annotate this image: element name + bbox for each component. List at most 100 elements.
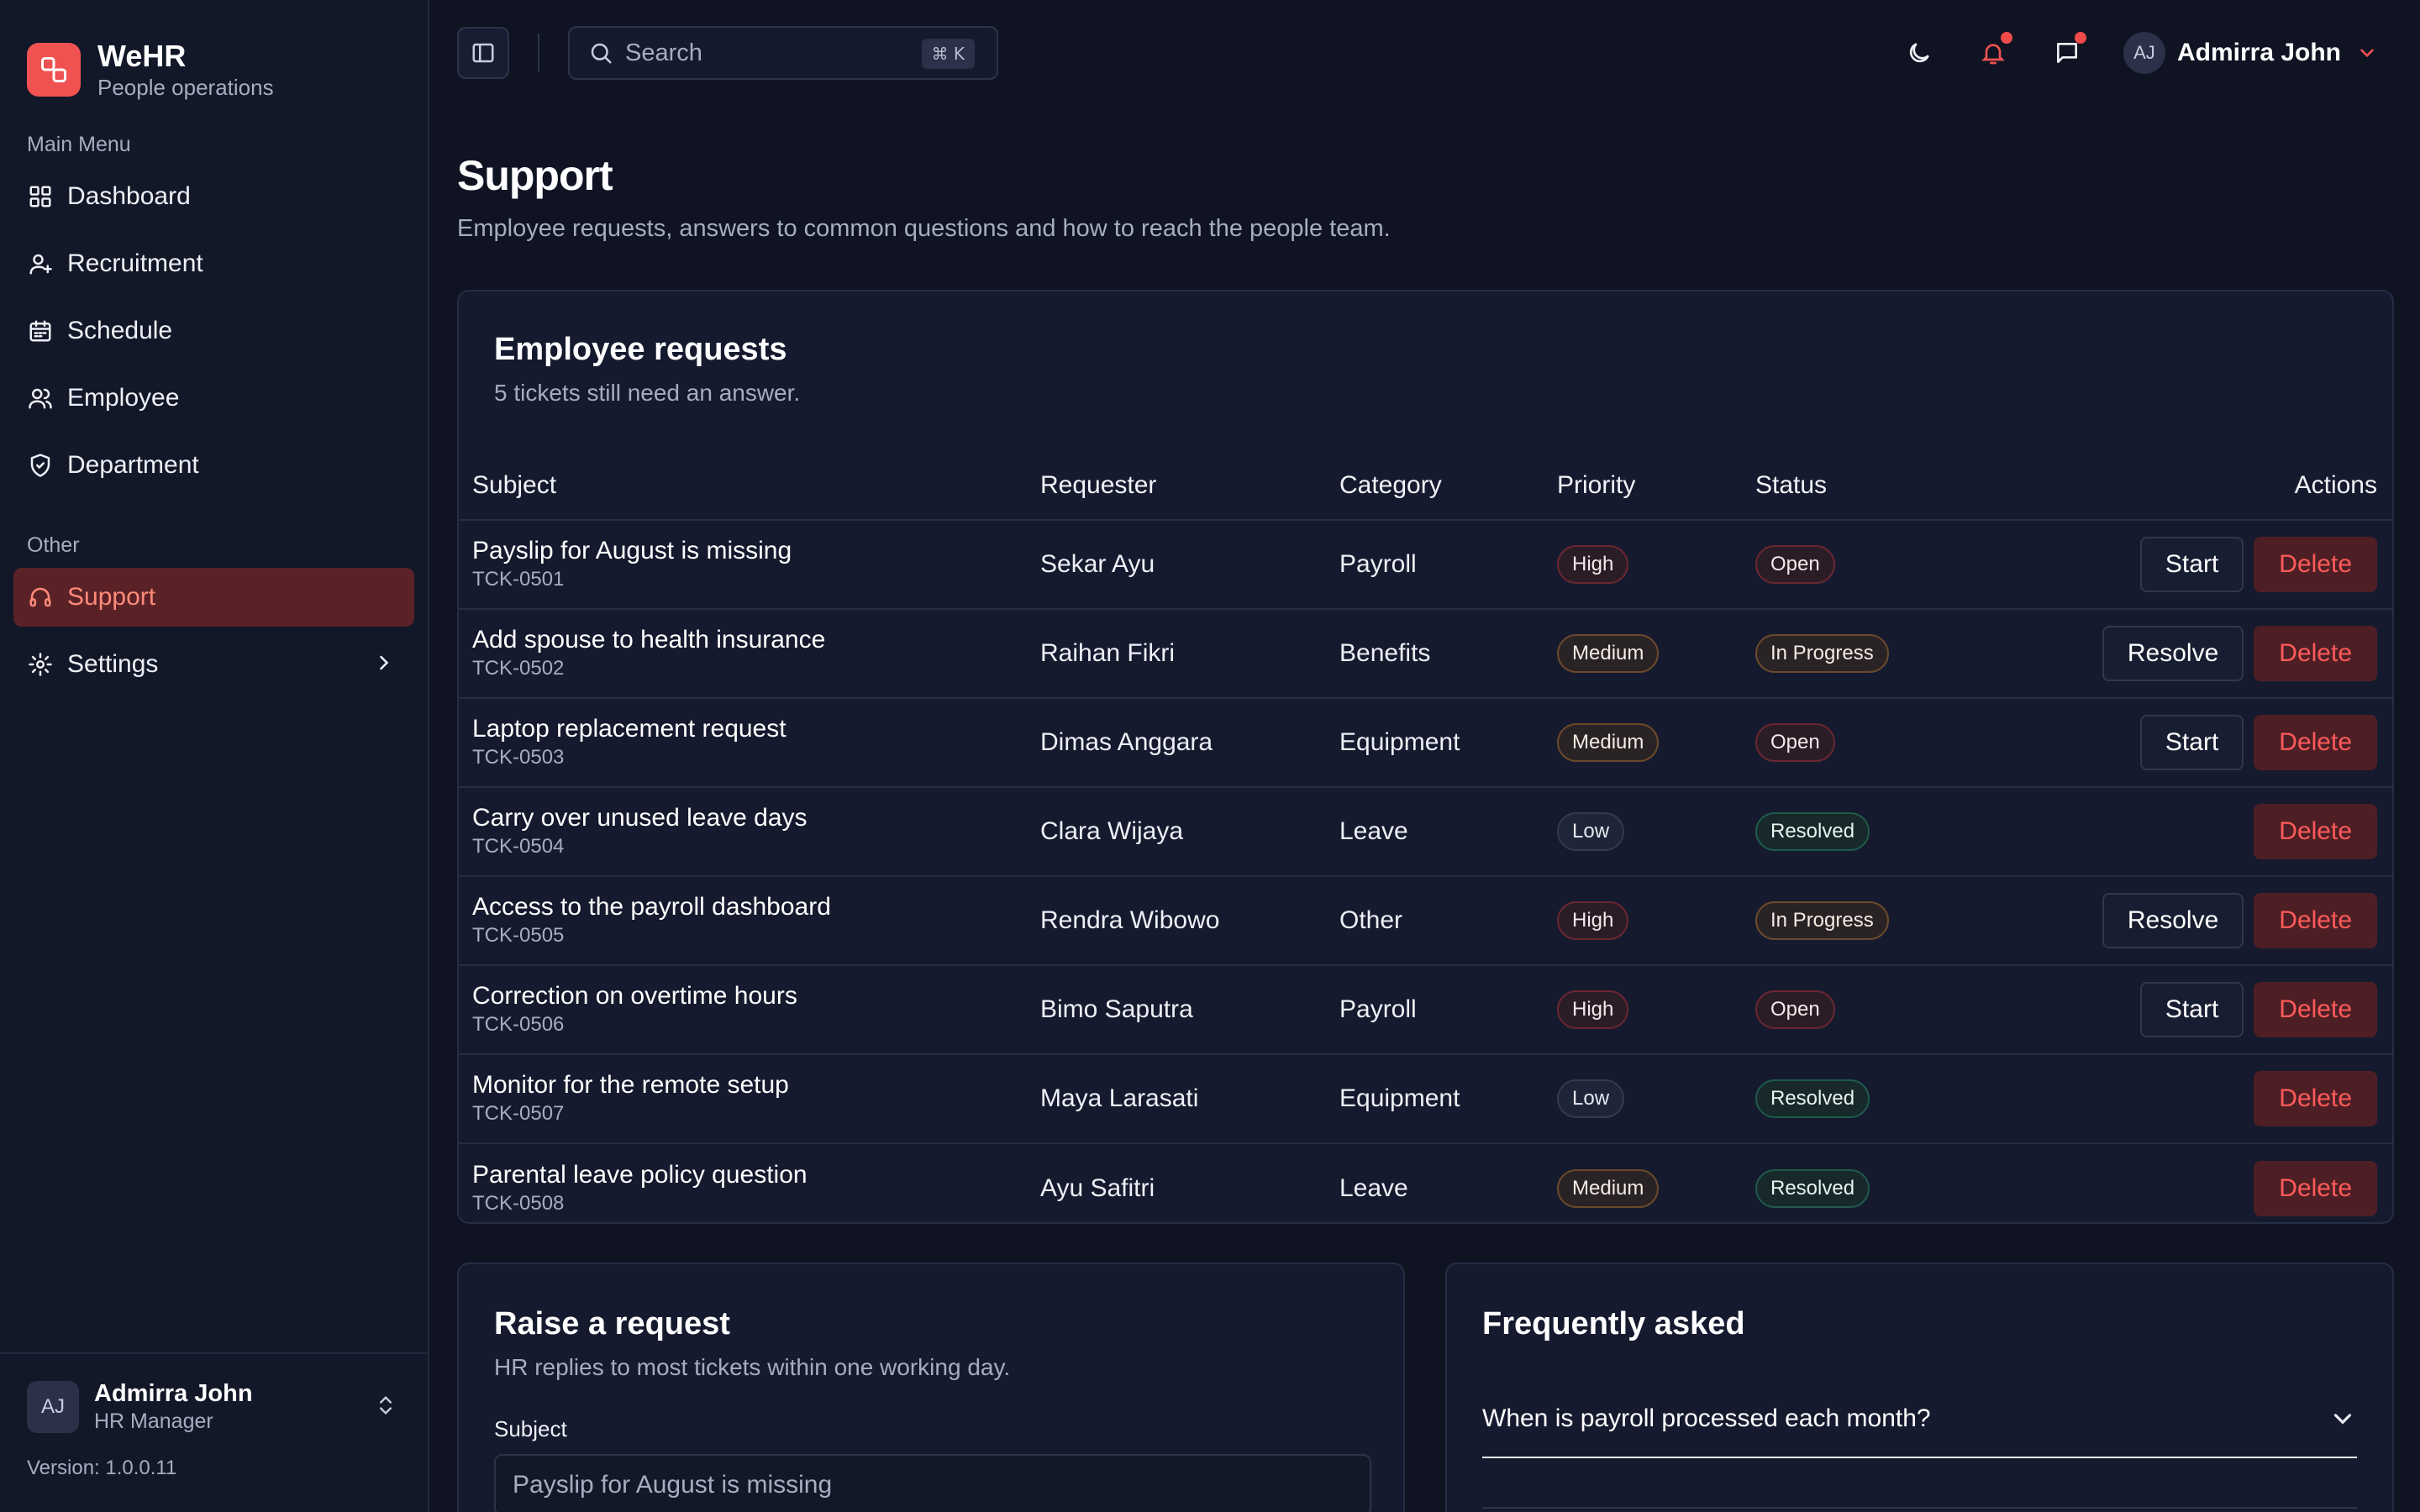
status-badge: Resolved: [1755, 812, 1870, 851]
sidebar-user-role: HR Manager: [94, 1410, 213, 1433]
ticket-subject: Add spouse to health insurance: [472, 626, 826, 654]
table-row: Add spouse to health insurance TCK-0502 Ra…: [459, 609, 2392, 699]
status-badge: Resolved: [1755, 1168, 1870, 1208]
delete-button[interactable]: Delete: [2254, 537, 2377, 592]
category-cell: Payroll: [1339, 965, 1557, 1055]
search-icon: [591, 43, 612, 64]
delete-button[interactable]: Delete: [2254, 804, 2377, 859]
chevron-down-icon: [2333, 1414, 2352, 1425]
brand-name: WeHR: [97, 39, 187, 73]
delete-button[interactable]: Delete: [2254, 715, 2377, 770]
subject-input[interactable]: Payslip for August is missing: [494, 1454, 1371, 1512]
actions-cell: Delete: [1991, 1143, 2392, 1232]
user-menu[interactable]: AJ Admirra John: [2123, 32, 2378, 74]
users-icon: [27, 385, 54, 412]
delete-button[interactable]: Delete: [2254, 626, 2377, 681]
delete-button[interactable]: Delete: [2254, 893, 2377, 948]
sidebar-item-support[interactable]: Support: [13, 568, 414, 627]
requester-cell: Ayu Safitri: [1040, 1173, 1155, 1202]
sidebar-item-label: Recruitment: [67, 249, 203, 277]
search-shortcut: ⌘ K: [921, 39, 975, 69]
start-button[interactable]: Start: [2139, 982, 2244, 1037]
sidebar: WeHR People operations Main Menu Dashboa…: [0, 0, 429, 1512]
card-subtitle: HR replies to most tickets within one wo…: [494, 1354, 1011, 1380]
category-cell: Payroll: [1339, 520, 1557, 610]
search-input[interactable]: [625, 39, 928, 67]
start-button[interactable]: Start: [2139, 715, 2244, 770]
sidebar-item-recruitment[interactable]: Recruitment: [13, 234, 414, 293]
status-cell: Open: [1755, 965, 1991, 1055]
page-subtitle: Employee requests, answers to common que…: [457, 215, 1391, 242]
table-row: Monitor for the remote setup TCK-0507 Maya…: [459, 1054, 2392, 1144]
priority-cell: High: [1557, 520, 1755, 610]
ticket-subject: Monitor for the remote setup: [472, 1071, 789, 1099]
requester-cell: Rendra Wibowo: [1040, 876, 1339, 966]
subject-label: Subject: [494, 1416, 567, 1441]
topbar-actions: AJ Admirra John: [1871, 27, 2378, 79]
sidebar-user-card[interactable]: AJ Admirra John HR Manager: [0, 1354, 428, 1435]
theme-toggle-button[interactable]: [1893, 27, 1945, 79]
faq-item[interactable]: [1482, 1475, 2357, 1509]
sidebar-item-schedule[interactable]: Schedule: [13, 302, 414, 360]
category-cell: Equipment: [1339, 1054, 1557, 1144]
employee-requests-card: Employee requests 5 tickets still need a…: [457, 290, 2394, 1224]
column-header: Priority: [1557, 451, 1755, 521]
sidebar-toggle-button[interactable]: [457, 27, 509, 79]
status-cell: Open: [1755, 520, 1991, 610]
category-cell: Leave: [1339, 1173, 1408, 1202]
ticket-id: TCK-0503: [472, 746, 565, 769]
table-row: Carry over unused leave days TCK-0504 Clar…: [459, 787, 2392, 877]
resolve-button[interactable]: Resolve: [2102, 893, 2244, 948]
moon-icon: [1909, 43, 1929, 63]
status-cell: Resolved: [1755, 1054, 1991, 1144]
status-cell: Resolved: [1755, 787, 1991, 877]
actions-cell: Delete: [1991, 1054, 2392, 1144]
subject-cell: Laptop replacement request TCK-0503: [459, 698, 1040, 788]
brand[interactable]: WeHR People operations: [0, 0, 428, 114]
notifications-button[interactable]: [1967, 27, 2019, 79]
sidebar-item-label: Settings: [67, 650, 159, 678]
priority-badge: High: [1557, 901, 1629, 940]
brand-logo-icon: [27, 43, 81, 97]
ticket-id: TCK-0501: [472, 568, 565, 591]
topbar: ⌘ K AJ Admirra John: [429, 0, 2420, 106]
faq-card: Frequently asked When is payroll process…: [1445, 1263, 2394, 1512]
gear-icon: [27, 651, 54, 678]
ticket-subject: Correction on overtime hours: [472, 982, 797, 1010]
priority-badge: High: [1557, 545, 1629, 584]
column-header: Requester: [1040, 451, 1339, 521]
ticket-id: TCK-0507: [472, 1102, 565, 1125]
start-button[interactable]: Start: [2139, 537, 2244, 592]
actions-cell: Resolve Delete: [1991, 609, 2392, 699]
ticket-id: TCK-0504: [472, 835, 565, 858]
delete-button[interactable]: Delete: [2254, 982, 2377, 1037]
messages-button[interactable]: [2041, 27, 2093, 79]
sidebar-item-department[interactable]: Department: [13, 436, 414, 495]
resolve-button[interactable]: Resolve: [2102, 626, 2244, 681]
delete-button[interactable]: Delete: [2254, 1160, 2377, 1216]
raise-request-card: Raise a request HR replies to most ticke…: [457, 1263, 1405, 1512]
sidebar-item-dashboard[interactable]: Dashboard: [13, 167, 414, 226]
sidebar-item-employee[interactable]: Employee: [13, 369, 414, 428]
table-row: Laptop replacement request TCK-0503 Dimas …: [459, 698, 2392, 788]
sidebar-footer: AJ Admirra John HR Manager Version: 1.0.…: [0, 1352, 428, 1512]
subject-cell: Parental leave policy question TCK-0508: [459, 1143, 1040, 1232]
avatar: AJ: [27, 1381, 79, 1433]
user-plus-icon: [27, 250, 54, 277]
search-box[interactable]: ⌘ K: [568, 26, 998, 80]
sidebar-item-settings[interactable]: Settings: [13, 635, 414, 694]
card-subtitle: 5 tickets still need an answer.: [494, 380, 801, 406]
category-cell: Equipment: [1339, 698, 1557, 788]
table-row: Payslip for August is missing TCK-0501 Sek…: [459, 520, 2392, 610]
grid-icon: [27, 183, 54, 210]
page-title: Support: [457, 152, 613, 199]
shield-icon: [27, 452, 54, 479]
brand-subtitle: People operations: [97, 75, 274, 100]
faq-item[interactable]: When is payroll processed each month?: [1482, 1381, 2357, 1458]
priority-cell: High: [1557, 965, 1755, 1055]
delete-button[interactable]: Delete: [2254, 1071, 2377, 1126]
table-row: Correction on overtime hours TCK-0506 Bimo…: [459, 965, 2392, 1055]
app-version: Version: 1.0.0.11: [27, 1457, 177, 1479]
ticket-id: TCK-0508: [472, 1191, 565, 1215]
subject-cell: Access to the payroll dashboard TCK-0505: [459, 876, 1040, 966]
